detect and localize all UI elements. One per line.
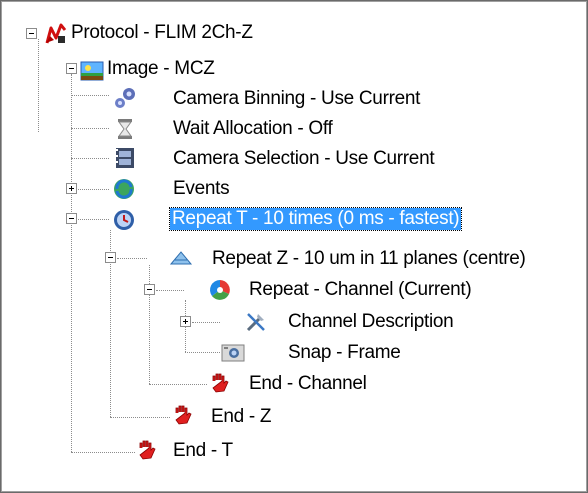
tree-connector <box>71 74 72 452</box>
tree-connector <box>117 258 147 259</box>
tree-connector <box>71 128 109 129</box>
tree-item-wait-allocation[interactable]: Wait Allocation - Off <box>173 118 333 140</box>
tree-item-camera-selection[interactable]: Camera Selection - Use Current <box>173 148 435 170</box>
tree-connector <box>156 290 184 291</box>
tree-connector <box>71 95 109 96</box>
hand-stop-icon <box>207 371 231 395</box>
expand-toggle-channel-description[interactable] <box>180 316 191 327</box>
tree-item-camera-binning[interactable]: Camera Binning - Use Current <box>173 88 420 110</box>
tree-item-repeat-z[interactable]: Repeat Z - 10 um in 11 planes (centre) <box>212 248 526 270</box>
tree-connector <box>78 219 109 220</box>
tree-item-repeat-channel[interactable]: Repeat - Channel (Current) <box>249 279 472 301</box>
tree-connector <box>71 452 135 453</box>
tree-item-channel-description[interactable]: Channel Description <box>288 311 454 333</box>
tree-connector <box>149 384 207 385</box>
tree-connector <box>192 322 220 323</box>
protocol-icon <box>44 22 68 46</box>
tools-icon <box>244 310 268 334</box>
events-icon <box>112 177 136 201</box>
pyramid-icon <box>169 246 193 270</box>
tree-connector <box>71 158 109 159</box>
tree-item-repeat-t[interactable]: Repeat T - 10 times (0 ms - fastest) <box>168 207 463 231</box>
expand-toggle-events[interactable] <box>66 183 77 194</box>
hand-stop-icon <box>134 438 158 462</box>
tree-connector <box>38 39 39 132</box>
hourglass-icon <box>113 117 137 141</box>
tree-item-end-z[interactable]: End - Z <box>211 406 272 428</box>
tree-item-events[interactable]: Events <box>173 178 230 200</box>
color-wheel-icon <box>208 278 232 302</box>
collapse-toggle-repeat-t[interactable] <box>66 213 77 224</box>
collapse-toggle-image[interactable] <box>66 63 77 74</box>
tree-connector <box>78 189 109 190</box>
hand-stop-icon <box>170 403 194 427</box>
tree-item-image[interactable]: Image - MCZ <box>107 58 215 80</box>
tree-connector <box>149 265 150 384</box>
image-icon <box>80 59 104 83</box>
collapse-toggle-repeat-channel[interactable] <box>144 284 155 295</box>
gears-icon <box>113 86 137 110</box>
tree-item-end-channel[interactable]: End - Channel <box>249 373 367 395</box>
tree-item-protocol[interactable]: Protocol - FLIM 2Ch-Z <box>71 22 253 44</box>
clock-icon <box>112 208 136 232</box>
tree-item-end-t[interactable]: End - T <box>173 440 233 462</box>
tree-item-snap-frame[interactable]: Snap - Frame <box>288 342 401 364</box>
collapse-toggle-protocol[interactable] <box>26 28 37 39</box>
tree-connector <box>110 417 170 418</box>
snapshot-camera-icon <box>221 341 245 365</box>
collapse-toggle-repeat-z[interactable] <box>105 252 116 263</box>
camera-film-icon <box>113 146 137 170</box>
tree-connector <box>185 352 220 353</box>
